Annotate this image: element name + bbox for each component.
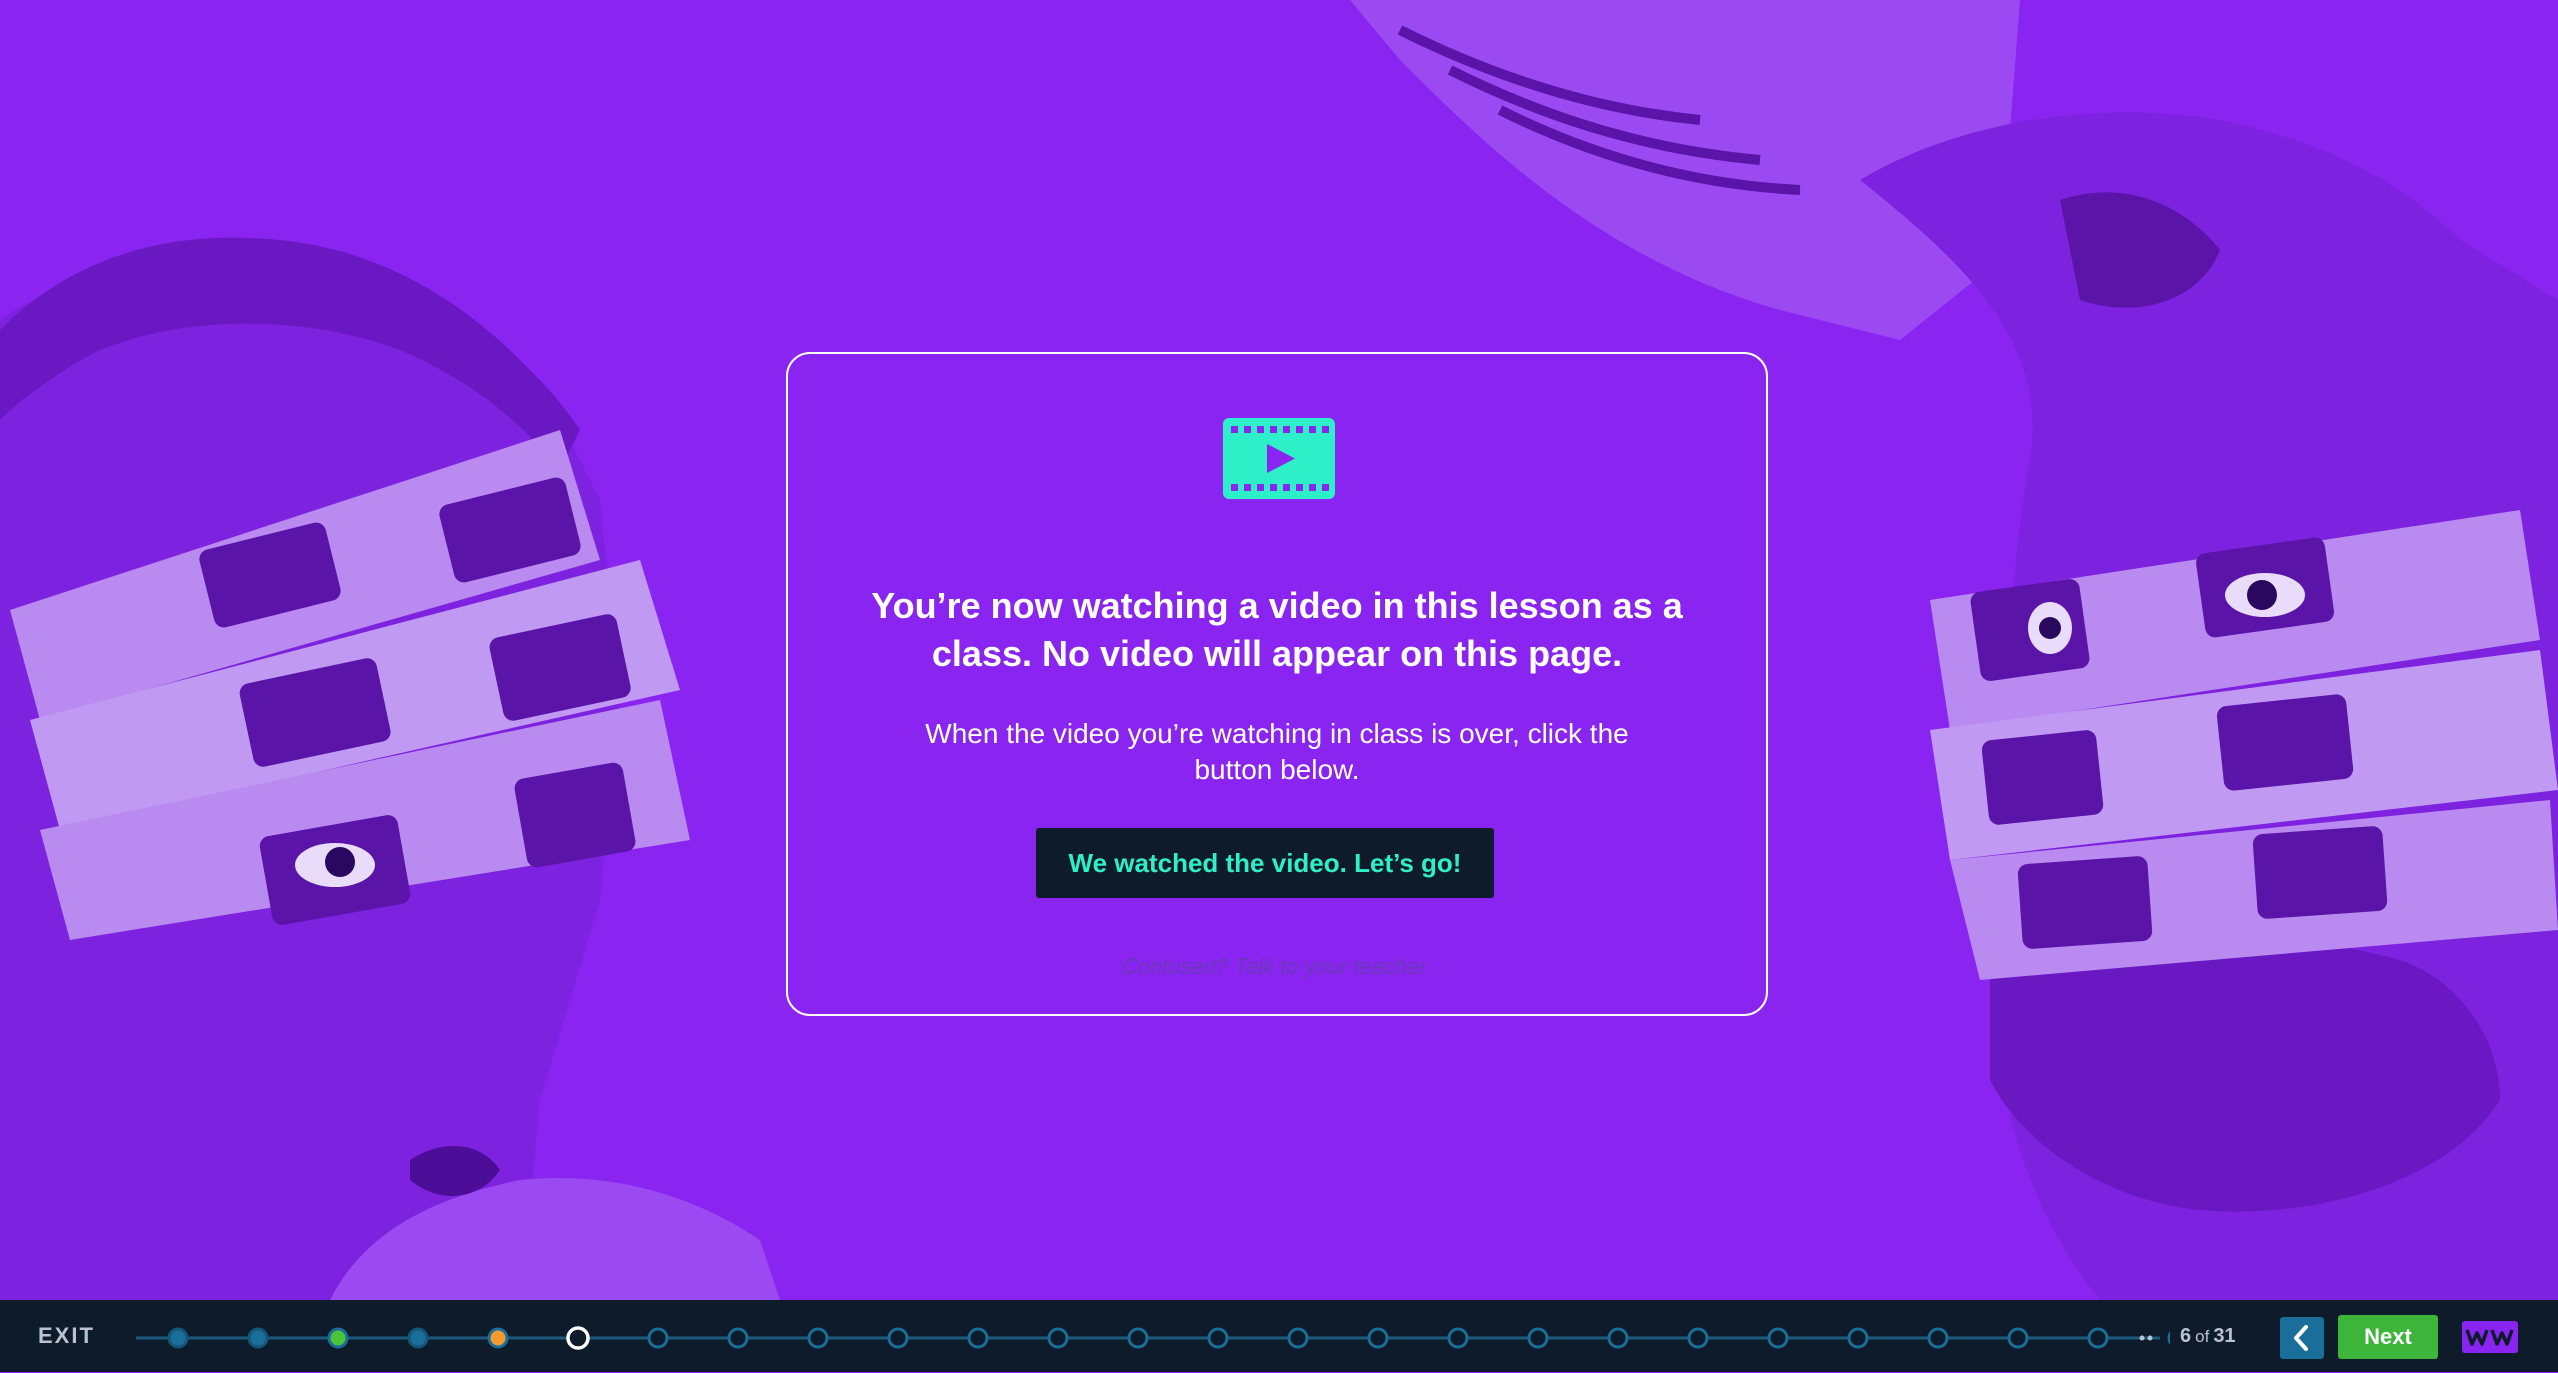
total-pages: 31 (2213, 1325, 2236, 1347)
page-indicator: 6 of 31 (2180, 1300, 2236, 1372)
progress-step-6[interactable] (566, 1326, 590, 1350)
progress-step-26[interactable] (2167, 1329, 2170, 1347)
progress-step-3[interactable] (327, 1327, 349, 1349)
progress-step-21[interactable] (1767, 1327, 1789, 1349)
progress-step-13[interactable] (1127, 1327, 1149, 1349)
progress-step-15[interactable] (1287, 1327, 1309, 1349)
progress-step-14[interactable] (1207, 1327, 1229, 1349)
progress-step-17[interactable] (1447, 1327, 1469, 1349)
watched-video-button[interactable]: We watched the video. Let’s go! (1036, 828, 1494, 898)
progress-step-2[interactable] (247, 1327, 269, 1349)
chevron-left-icon (2294, 1325, 2308, 1351)
progress-step-23[interactable] (1927, 1327, 1949, 1349)
progress-step-24[interactable] (2007, 1327, 2029, 1349)
progress-step-4[interactable] (407, 1327, 429, 1349)
progress-tracker (136, 1326, 2170, 1350)
progress-step-20[interactable] (1687, 1327, 1709, 1349)
brand-logo-icon (2462, 1321, 2518, 1353)
progress-step-19[interactable] (1607, 1327, 1629, 1349)
card-instructions: When the video you’re watching in class … (925, 718, 1629, 785)
progress-step-7[interactable] (647, 1327, 669, 1349)
video-lesson-card: You’re now watching a video in this less… (786, 352, 1768, 1016)
progress-more-dot (2147, 1335, 2153, 1341)
progress-step-9[interactable] (807, 1327, 829, 1349)
progress-step-16[interactable] (1367, 1327, 1389, 1349)
video-film-icon (1223, 418, 1335, 499)
help-text: Confused? Talk to your teacher. (1121, 954, 1433, 979)
lesson-navbar: EXIT 6 of 31 Next (0, 1300, 2558, 1372)
progress-step-18[interactable] (1527, 1327, 1549, 1349)
progress-step-10[interactable] (887, 1327, 909, 1349)
progress-step-5[interactable] (487, 1327, 509, 1349)
card-title: You’re now watching a video in this less… (871, 585, 1683, 674)
progress-step-8[interactable] (727, 1327, 749, 1349)
progress-step-11[interactable] (967, 1327, 989, 1349)
page-of-label: of (2195, 1327, 2210, 1346)
progress-more-dot (2139, 1335, 2145, 1341)
current-page: 6 (2180, 1325, 2192, 1347)
exit-button[interactable]: EXIT (38, 1300, 95, 1372)
progress-step-1[interactable] (167, 1327, 189, 1349)
progress-step-12[interactable] (1047, 1327, 1069, 1349)
progress-step-25[interactable] (2087, 1327, 2109, 1349)
progress-step-22[interactable] (1847, 1327, 1869, 1349)
next-button[interactable]: Next (2338, 1315, 2438, 1359)
back-button[interactable] (2280, 1317, 2324, 1359)
